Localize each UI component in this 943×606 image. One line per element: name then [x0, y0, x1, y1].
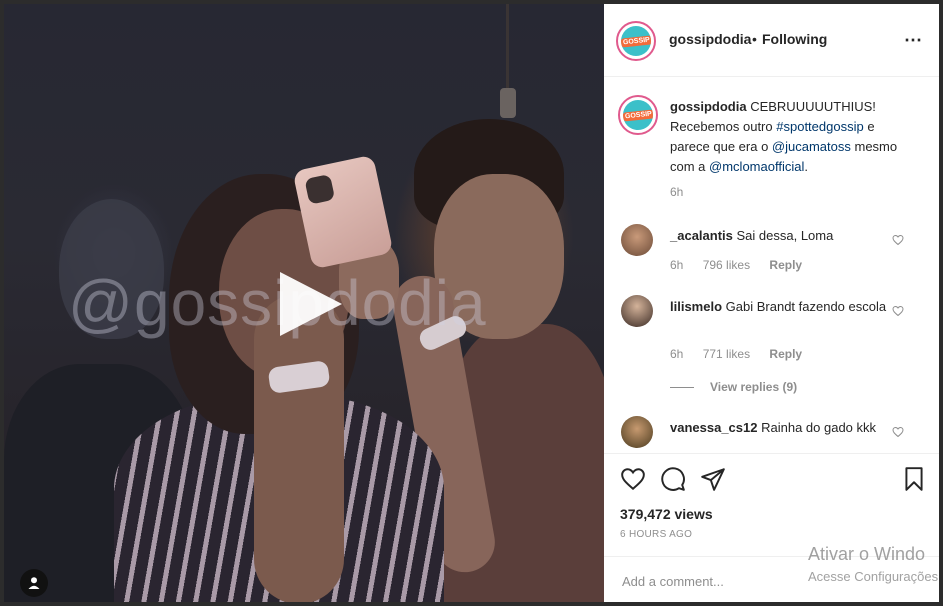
comment-body: Rainha do gado kkk: [761, 420, 877, 435]
post-header: GOSSIP gossipdodia • Following ⋯: [604, 4, 939, 77]
logo-text: GOSSIP: [623, 108, 653, 122]
caption-username[interactable]: gossipdodia: [670, 99, 747, 114]
comment-text: vanessa_cs12 Rainha do gado kkk: [670, 418, 890, 438]
like-heart-icon[interactable]: [620, 466, 646, 492]
comment-text: _acalantis Sai dessa, Loma: [670, 226, 890, 246]
save-bookmark-icon[interactable]: [901, 466, 927, 492]
view-replies-label: View replies (9): [710, 380, 798, 394]
comment-text: lilismelo Gabi Brandt fazendo escola: [670, 297, 890, 317]
more-options-icon[interactable]: ⋯: [904, 30, 923, 51]
commenter-avatar[interactable]: [621, 224, 653, 256]
like-comment-heart-icon[interactable]: [892, 234, 904, 246]
caption-avatar[interactable]: GOSSIP: [618, 95, 658, 135]
post-timestamp[interactable]: 6 HOURS AGO: [620, 529, 692, 540]
user-tag-icon[interactable]: [20, 569, 48, 597]
comment-username[interactable]: vanessa_cs12: [670, 420, 757, 435]
like-comment-heart-icon[interactable]: [892, 305, 904, 317]
post-panel: GOSSIP gossipdodia • Following ⋯ GOSSIP …: [604, 4, 939, 602]
caption-text: gossipdodia CEBRUUUUUTHIUS! Recebemos ou…: [670, 97, 902, 177]
view-replies-button[interactable]: View replies (9): [670, 380, 797, 394]
comment-username[interactable]: lilismelo: [670, 299, 722, 314]
video-watermark: @gossipdodia: [68, 267, 487, 339]
logo-text: GOSSIP: [621, 34, 651, 48]
commenter-avatar[interactable]: [621, 416, 653, 448]
view-count[interactable]: 379,472 views: [620, 506, 713, 522]
comment-time[interactable]: 6h: [670, 347, 683, 361]
header-username[interactable]: gossipdodia: [669, 31, 751, 47]
commenter-avatar[interactable]: [621, 295, 653, 327]
share-paper-plane-icon[interactable]: [700, 466, 726, 492]
comment-meta: 6h 771 likes Reply: [670, 347, 818, 361]
woman-arm: [254, 294, 344, 602]
video-player[interactable]: @gossipdodia: [4, 4, 604, 602]
comment-meta: 6h 796 likes Reply: [670, 258, 818, 272]
comment-time[interactable]: 6h: [670, 258, 683, 272]
mention-link[interactable]: @jucamatoss: [772, 139, 851, 154]
following-button[interactable]: Following: [762, 31, 827, 47]
comment-body: Gabi Brandt fazendo escola: [725, 299, 887, 314]
comments-section[interactable]: GOSSIP gossipdodia CEBRUUUUUTHIUS! Receb…: [604, 77, 939, 453]
replies-divider: [670, 387, 694, 389]
reply-button[interactable]: Reply: [769, 347, 802, 361]
lamp: [500, 88, 516, 118]
comment-likes[interactable]: 796 likes: [703, 258, 750, 272]
windows-activation-watermark: Ativar o Windo Acesse Configurações: [808, 544, 938, 584]
lamp-cord: [506, 4, 509, 90]
comment-body: Sai dessa, Loma: [736, 228, 834, 243]
comment-likes[interactable]: 771 likes: [703, 347, 750, 361]
mention-link[interactable]: @mcloma​official: [709, 159, 804, 174]
activation-title: Ativar o Windo: [808, 544, 926, 564]
comment-username[interactable]: _acalantis: [670, 228, 733, 243]
like-comment-heart-icon[interactable]: [892, 426, 904, 438]
play-icon[interactable]: [280, 272, 342, 336]
caption-text-part: .: [804, 159, 808, 174]
comment-bubble-icon[interactable]: [660, 466, 686, 492]
hashtag-link[interactable]: #spottedgossip: [776, 119, 863, 134]
account-avatar[interactable]: GOSSIP: [616, 21, 656, 61]
caption-timestamp[interactable]: 6h: [670, 185, 683, 199]
reply-button[interactable]: Reply: [769, 258, 802, 272]
activation-subtitle: Acesse Configurações: [808, 569, 939, 584]
header-separator: •: [752, 31, 757, 47]
